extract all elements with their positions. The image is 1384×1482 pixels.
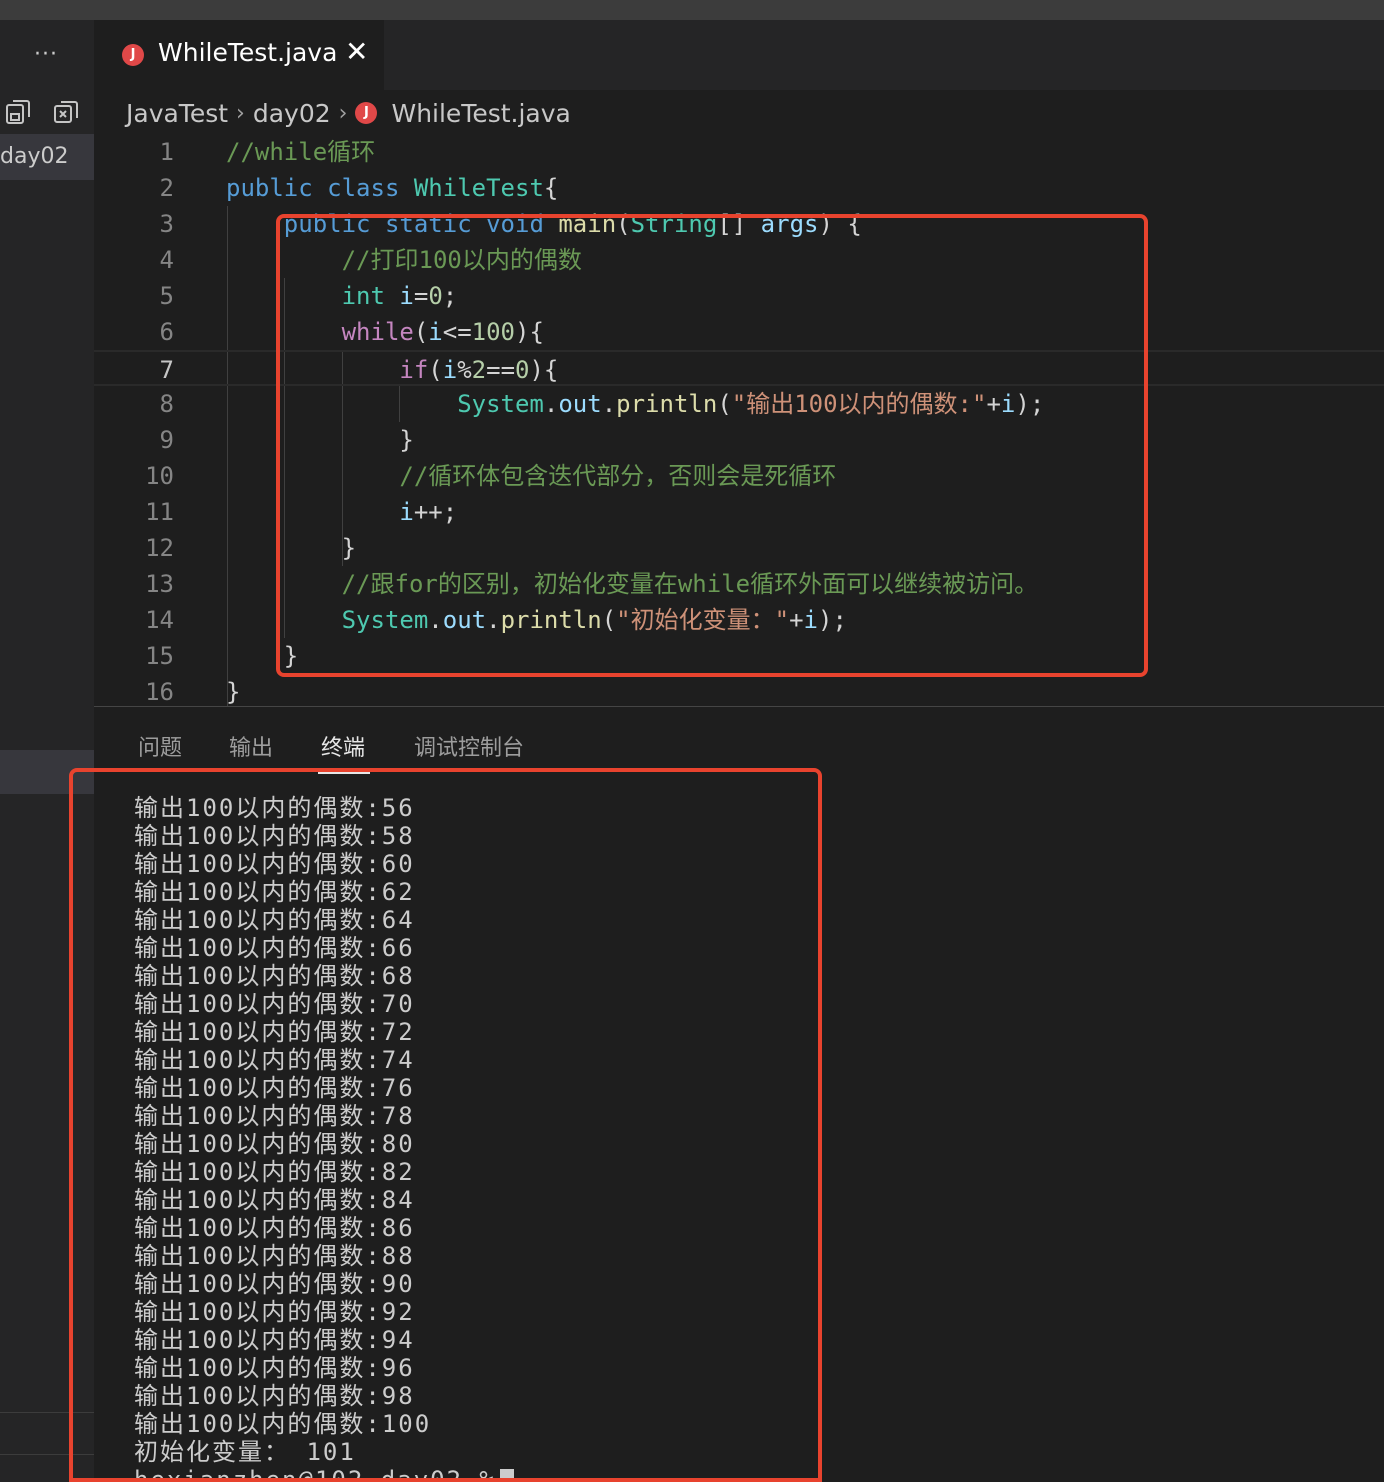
chevron-right-icon: ›: [338, 100, 348, 126]
java-file-icon: J: [355, 102, 378, 124]
code-text: //while循环: [226, 138, 376, 166]
code-text: }: [226, 678, 241, 706]
line-number: 14: [145, 606, 174, 634]
title-bar: [0, 0, 1384, 20]
line-number: 6: [159, 318, 174, 346]
collapse-all-icon[interactable]: [52, 98, 80, 126]
terminal-highlight-box: [69, 768, 822, 1482]
breadcrumb-item-javatest[interactable]: JavaTest: [126, 99, 228, 128]
save-all-icon[interactable]: [4, 98, 32, 126]
tab-whiletest-java[interactable]: J WhileTest.java ✕: [94, 20, 384, 90]
line-number: 13: [145, 570, 174, 598]
editor-tab-strip: J WhileTest.java ✕: [94, 20, 1384, 90]
code-line[interactable]: 1 //while循环: [94, 134, 1384, 170]
line-number: 10: [145, 462, 174, 490]
line-number: 11: [145, 498, 174, 526]
panel-tab-bar: 问题 输出 终端 调试控制台: [94, 712, 1384, 774]
code-highlight-box: [276, 214, 1148, 677]
line-number: 15: [145, 642, 174, 670]
breadcrumb: JavaTest › day02 › J WhileTest.java: [126, 96, 571, 130]
close-tab-icon[interactable]: ✕: [345, 35, 368, 68]
line-number: 12: [145, 534, 174, 562]
line-number: 8: [159, 390, 174, 418]
line-number: 3: [159, 210, 174, 238]
breadcrumb-item-file[interactable]: WhileTest.java: [391, 99, 570, 128]
line-number: 16: [145, 678, 174, 706]
line-number: 4: [159, 246, 174, 274]
line-number: 7: [159, 356, 174, 384]
code-line[interactable]: 16}: [94, 674, 1384, 706]
code-line[interactable]: 2 public class WhileTest{: [94, 170, 1384, 206]
line-number: 9: [159, 426, 174, 454]
tab-terminal[interactable]: 终端: [321, 730, 365, 762]
java-file-icon: J: [122, 44, 144, 66]
panel-divider: [94, 706, 1384, 707]
line-number: 1: [159, 138, 174, 166]
breadcrumb-item-day02[interactable]: day02: [253, 99, 331, 128]
tab-debug-console[interactable]: 调试控制台: [414, 730, 524, 762]
folder-label: day02: [0, 144, 69, 169]
line-number: 5: [159, 282, 174, 310]
tab-output[interactable]: 输出: [229, 730, 273, 762]
folder-item-day02[interactable]: day02: [0, 134, 94, 180]
more-actions-button[interactable]: ···: [34, 42, 58, 67]
code-text: public class WhileTest{: [226, 174, 559, 202]
tab-label: WhileTest.java: [158, 38, 338, 67]
tab-problems[interactable]: 问题: [138, 730, 182, 762]
chevron-right-icon: ›: [236, 100, 245, 126]
line-number: 2: [159, 174, 174, 202]
